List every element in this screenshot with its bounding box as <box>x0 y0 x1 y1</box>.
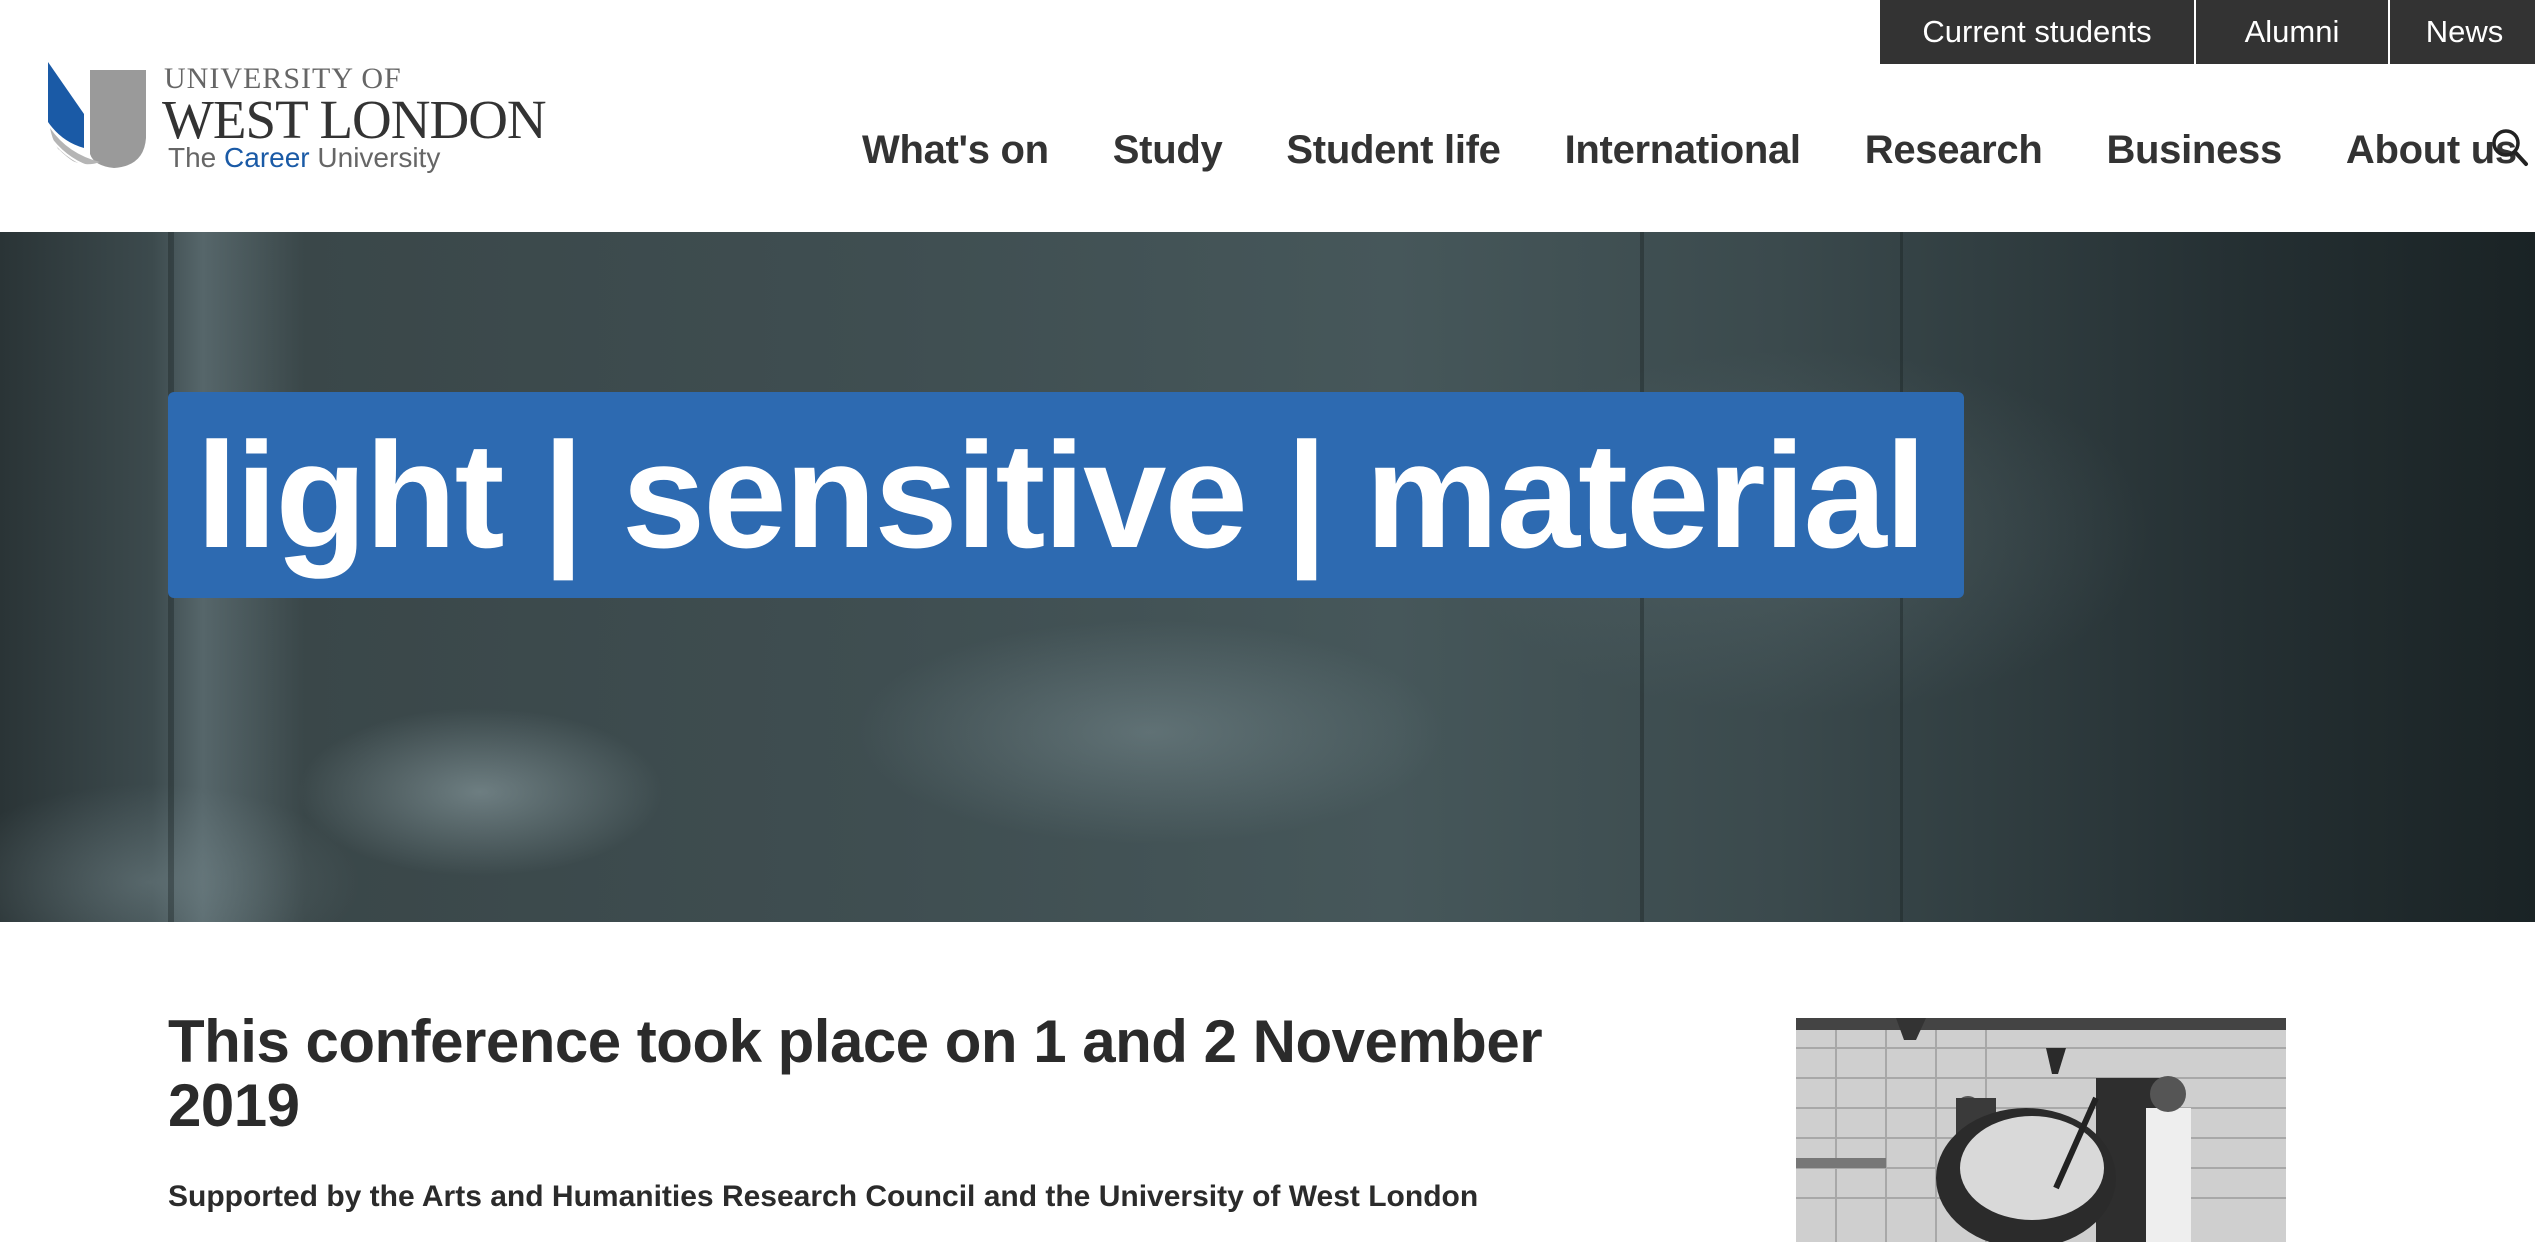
nav-item-study[interactable]: Study <box>1113 128 1223 173</box>
page-subtitle: Supported by the Arts and Humanities Res… <box>168 1180 1479 1213</box>
page-title: This conference took place on 1 and 2 No… <box>168 1008 1543 1139</box>
search-button[interactable] <box>2490 126 2530 170</box>
hero-title-box: light | sensitive | material <box>168 392 1964 598</box>
main-nav: What's on Study Student life Internation… <box>862 120 2517 180</box>
nav-item-whats-on[interactable]: What's on <box>862 128 1049 173</box>
tagline-pre: The <box>168 142 225 173</box>
utility-link-current-students[interactable]: Current students <box>1880 0 2194 64</box>
logo-tagline: The Career University <box>168 144 440 172</box>
nav-item-research[interactable]: Research <box>1865 128 2043 173</box>
nav-item-student-life[interactable]: Student life <box>1286 128 1500 173</box>
archive-photo-illustration <box>1796 1018 2286 1242</box>
tagline-post: University <box>309 142 441 173</box>
archive-photo <box>1796 1018 2286 1242</box>
search-icon <box>2492 129 2528 166</box>
nav-item-international[interactable]: International <box>1565 128 1801 173</box>
logo-mark-icon <box>48 62 146 170</box>
utility-link-alumni[interactable]: Alumni <box>2194 0 2388 64</box>
utility-link-news[interactable]: News <box>2388 0 2535 64</box>
university-logo[interactable]: UNIVERSITY OF WEST LONDON The Career Uni… <box>44 56 564 176</box>
tagline-accent: Career <box>224 142 310 173</box>
logo-text-west-london: WEST LONDON <box>162 89 547 150</box>
utility-nav: Current students Alumni News <box>1880 0 2535 64</box>
nav-item-business[interactable]: Business <box>2106 128 2282 173</box>
hero-title: light | sensitive | material <box>196 411 1927 579</box>
hero-banner: light | sensitive | material <box>0 232 2535 922</box>
